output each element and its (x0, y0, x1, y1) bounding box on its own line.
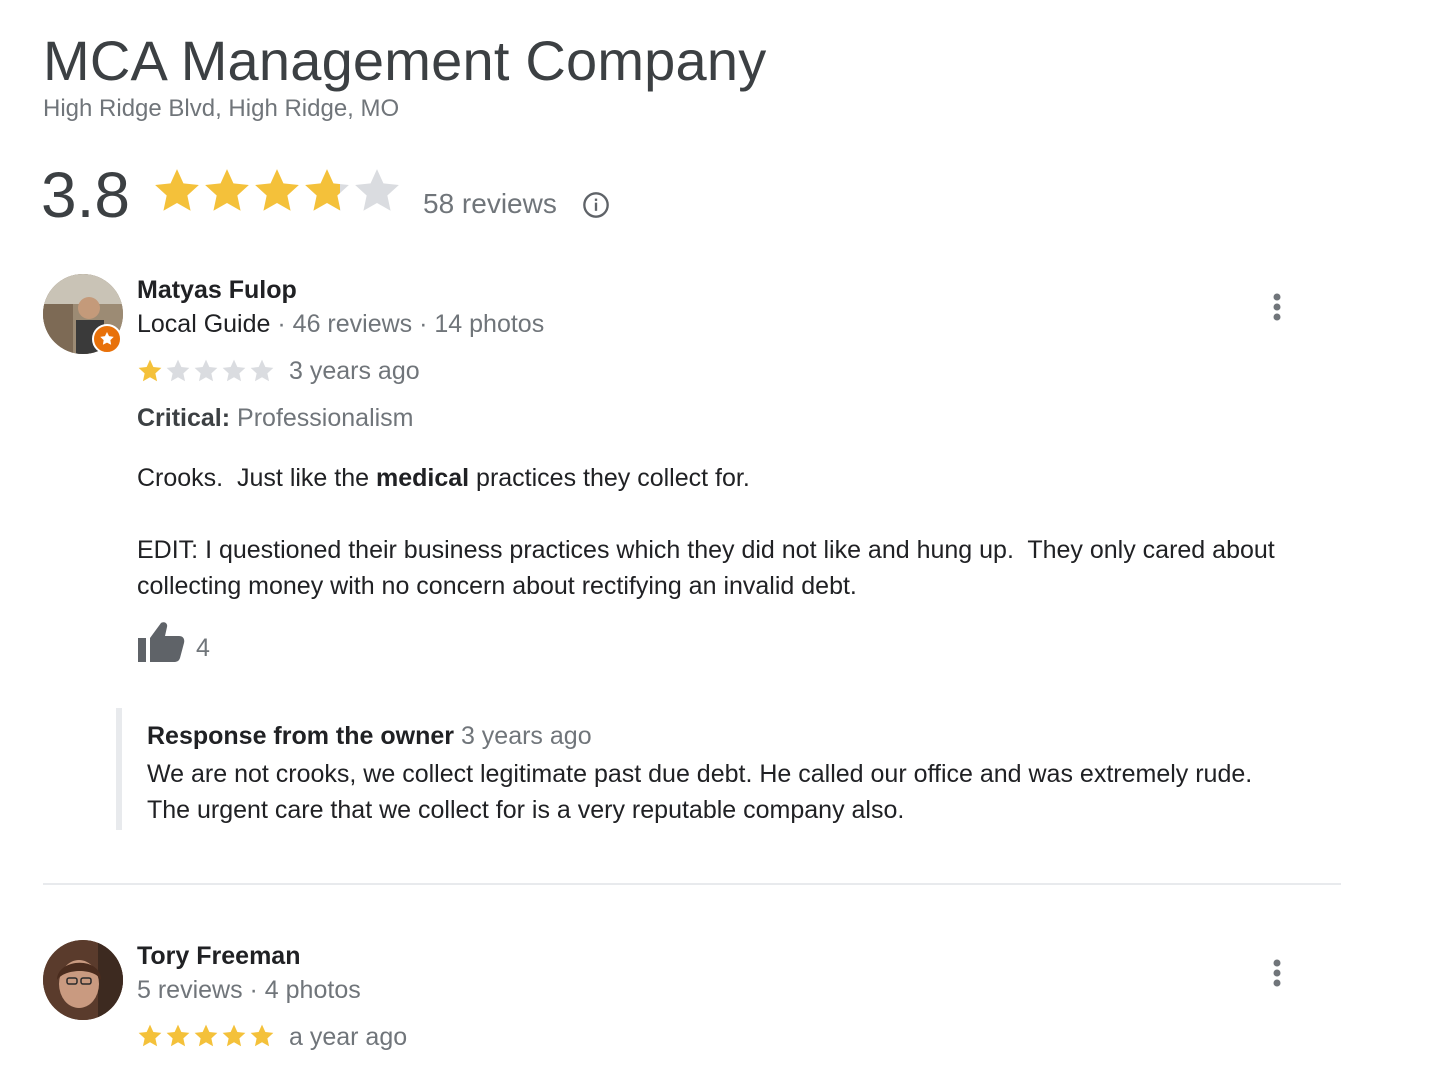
local-guide-label: Local Guide (137, 310, 271, 338)
local-guide-badge-icon (92, 324, 122, 354)
review-author-meta: 5 reviews · 4 photos (137, 976, 361, 1004)
review-divider (43, 883, 1341, 885)
star-partial-icon (302, 166, 352, 216)
owner-response-label: Response from the owner (147, 722, 454, 750)
more-vert-icon[interactable] (1271, 958, 1283, 990)
review-edit-line: collecting money with no concern about r… (137, 572, 857, 600)
review-text: Crooks. Just like the medical practices … (137, 460, 1337, 604)
review-time: a year ago (289, 1023, 408, 1051)
review-edit-line: EDIT: I questioned their business practi… (137, 536, 1275, 564)
review-author-meta: Local Guide · 46 reviews · 14 photos (137, 310, 544, 339)
owner-response-time: 3 years ago (460, 722, 592, 750)
review-author-name[interactable]: Matyas Fulop (137, 276, 297, 305)
review-time: 3 years ago (289, 357, 420, 385)
star-filled-icon (165, 1023, 191, 1049)
review-text-line: Crooks. Just like the medical practices … (137, 464, 750, 492)
avatar[interactable] (43, 940, 123, 1020)
star-empty-icon (165, 358, 191, 384)
review-author-name[interactable]: Tory Freeman (137, 942, 300, 971)
review-rating-stars (137, 1023, 275, 1049)
star-empty-icon (249, 358, 275, 384)
author-stats: 46 reviews · 14 photos (292, 310, 545, 338)
critical-label: Critical: (137, 404, 231, 432)
reviews-page: MCA Management Company High Ridge Blvd, … (0, 0, 1446, 1080)
star-filled-icon (193, 1023, 219, 1049)
star-empty-icon (221, 358, 247, 384)
star-filled-icon (249, 1023, 275, 1049)
star-filled-icon (202, 166, 252, 216)
highlighted-term: medical (375, 464, 470, 492)
overall-rating: 3.8 (41, 159, 130, 231)
star-empty-icon (352, 166, 402, 216)
star-filled-icon (137, 358, 163, 384)
info-circle-icon[interactable] (582, 191, 610, 219)
star-empty-icon (193, 358, 219, 384)
more-vert-icon[interactable] (1271, 292, 1283, 324)
business-address: High Ridge Blvd, High Ridge, MO (43, 95, 400, 122)
owner-response-text: We are not crooks, we collect legitimate… (147, 760, 1253, 824)
review-rating-stars (137, 358, 275, 384)
reviews-count[interactable]: 58 reviews (423, 188, 557, 220)
star-filled-icon (221, 1023, 247, 1049)
star-filled-icon (137, 1023, 163, 1049)
star-filled-icon (252, 166, 302, 216)
meta-separator: · (277, 310, 293, 338)
thumb-up-icon[interactable] (137, 620, 185, 664)
critical-value: Professionalism (237, 404, 414, 432)
overall-rating-stars (152, 166, 402, 216)
star-filled-icon (152, 166, 202, 216)
business-name: MCA Management Company (43, 29, 767, 92)
like-count: 4 (196, 634, 210, 662)
owner-response-header: Response from the owner 3 years ago (147, 722, 592, 751)
critical-attribute: Critical: Professionalism (137, 404, 414, 433)
